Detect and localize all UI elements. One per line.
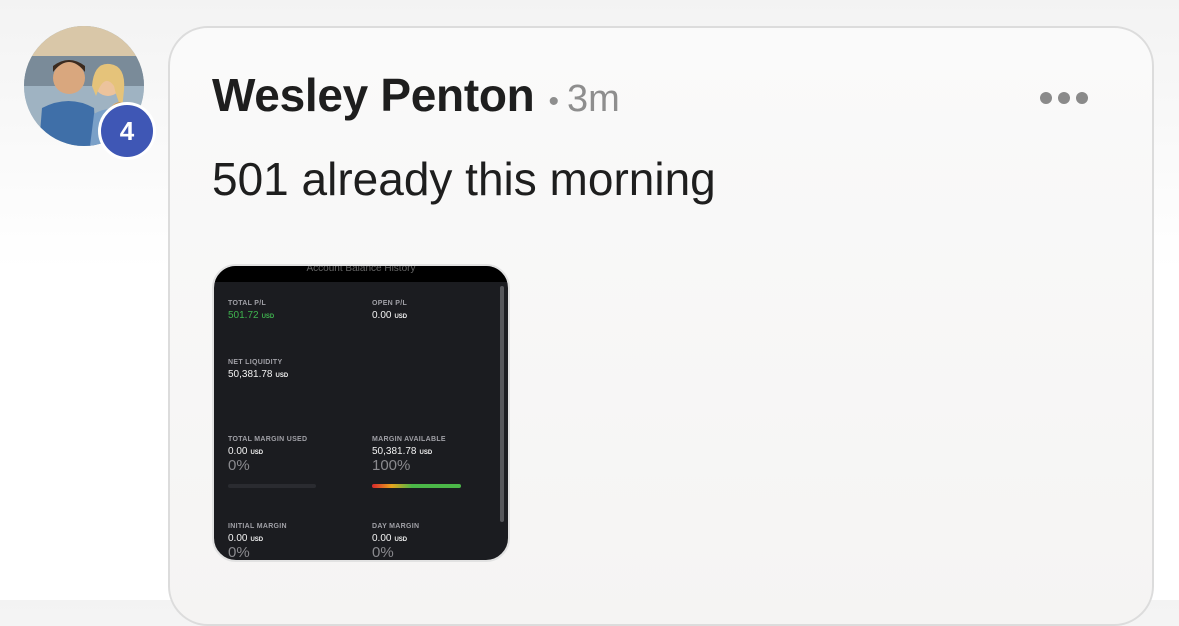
margin-available-label: MARGIN AVAILABLE bbox=[372, 436, 446, 443]
initial-margin-value: 0.00 USD bbox=[228, 533, 264, 544]
message-bubble[interactable]: Wesley Penton • 3m 501 already this morn… bbox=[168, 26, 1154, 626]
total-pl-value: 501.72 USD bbox=[228, 310, 275, 321]
net-liquidity-label: NET LIQUIDITY bbox=[228, 359, 283, 366]
attachment-header-bar: Account Balance History bbox=[214, 266, 508, 282]
open-pl-label: OPEN P/L bbox=[372, 300, 408, 307]
attached-image[interactable]: Account Balance History TOTAL P/L 501.72… bbox=[212, 264, 510, 562]
open-pl-cell: OPEN P/L 0.00 USD bbox=[372, 300, 407, 321]
margin-available-bar-fill bbox=[372, 484, 461, 488]
more-dot bbox=[1076, 92, 1088, 104]
day-margin-percent: 0% bbox=[372, 544, 394, 561]
author-name[interactable]: Wesley Penton bbox=[212, 68, 535, 122]
net-liquidity-cell: NET LIQUIDITY 50,381.78 USD bbox=[228, 359, 288, 380]
margin-used-bar-track bbox=[228, 484, 316, 488]
initial-margin-label: INITIAL MARGIN bbox=[228, 523, 287, 530]
post-header: Wesley Penton • 3m bbox=[212, 68, 620, 122]
margin-available-cell: MARGIN AVAILABLE 50,381.78 USD 100% bbox=[372, 436, 446, 474]
more-dot bbox=[1040, 92, 1052, 104]
net-liquidity-value: 50,381.78 USD bbox=[228, 369, 289, 380]
total-pl-label: TOTAL P/L bbox=[228, 300, 267, 307]
more-dot bbox=[1058, 92, 1070, 104]
initial-margin-cell: INITIAL MARGIN 0.00 USD 0% bbox=[228, 523, 287, 561]
total-margin-used-value: 0.00 USD bbox=[228, 446, 264, 457]
day-margin-value: 0.00 USD bbox=[372, 533, 408, 544]
total-margin-used-percent: 0% bbox=[228, 457, 250, 474]
more-horizontal-icon[interactable] bbox=[1040, 92, 1088, 104]
message-text: 501 already this morning bbox=[212, 153, 716, 205]
margin-available-bar-track bbox=[372, 484, 461, 488]
timestamp: 3m bbox=[566, 78, 620, 120]
total-margin-used-cell: TOTAL MARGIN USED 0.00 USD 0% bbox=[228, 436, 307, 474]
separator-dot: • bbox=[548, 85, 559, 118]
scrollbar bbox=[500, 286, 504, 522]
initial-margin-percent: 0% bbox=[228, 544, 250, 561]
attachment-header: Account Balance History bbox=[306, 264, 416, 274]
day-margin-label: DAY MARGIN bbox=[372, 523, 420, 530]
open-pl-value: 0.00 USD bbox=[372, 310, 408, 321]
avatar-badge: 4 bbox=[98, 102, 156, 160]
day-margin-cell: DAY MARGIN 0.00 USD 0% bbox=[372, 523, 420, 561]
total-margin-used-label: TOTAL MARGIN USED bbox=[228, 436, 308, 443]
margin-available-percent: 100% bbox=[372, 457, 411, 474]
margin-available-value: 50,381.78 USD bbox=[372, 446, 433, 457]
total-pl-cell: TOTAL P/L 501.72 USD bbox=[228, 300, 274, 321]
